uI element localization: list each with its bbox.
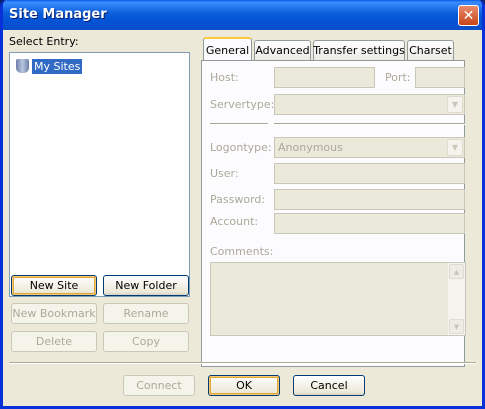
connect-button[interactable]: Connect xyxy=(123,375,195,396)
site-tree[interactable]: My Sites xyxy=(9,52,190,297)
tab-advanced[interactable]: Advanced xyxy=(254,40,311,60)
delete-button[interactable]: Delete xyxy=(11,331,97,352)
chevron-down-icon: ▼ xyxy=(447,139,463,156)
tab-transfer-settings[interactable]: Transfer settings xyxy=(313,40,405,60)
port-label: Port: xyxy=(385,71,411,84)
password-input[interactable] xyxy=(274,189,465,210)
port-input[interactable] xyxy=(415,67,465,88)
new-bookmark-button[interactable]: New Bookmark xyxy=(11,303,97,324)
rename-button[interactable]: Rename xyxy=(103,303,189,324)
tab-general[interactable]: General xyxy=(203,37,252,61)
chevron-down-icon: ▼ xyxy=(447,96,463,113)
dialog-body: Select Entry: My Sites New Site New Fold… xyxy=(3,30,482,406)
ok-button[interactable]: OK xyxy=(208,375,280,396)
site-manager-window: Site Manager ✕ Select Entry: My Sites Ne… xyxy=(0,0,485,409)
divider-right xyxy=(274,123,465,125)
bottom-separator xyxy=(9,362,476,364)
new-folder-button[interactable]: New Folder xyxy=(103,275,189,296)
comments-label: Comments: xyxy=(210,245,274,258)
user-label: User: xyxy=(210,167,239,180)
tab-charset[interactable]: Charset xyxy=(407,40,454,60)
scroll-down-icon[interactable]: ▼ xyxy=(449,319,464,334)
logontype-value: Anonymous xyxy=(278,141,343,154)
user-input[interactable] xyxy=(274,163,465,184)
host-input[interactable] xyxy=(274,67,375,88)
scroll-up-icon[interactable]: ▲ xyxy=(449,264,464,279)
password-label: Password: xyxy=(210,193,266,206)
servertype-select[interactable]: ▼ xyxy=(274,94,465,115)
account-input[interactable] xyxy=(274,213,465,234)
cancel-button[interactable]: Cancel xyxy=(293,375,365,396)
logontype-label: Logontype: xyxy=(210,141,272,154)
comments-scrollbar[interactable]: ▲ ▼ xyxy=(448,263,465,335)
divider-left xyxy=(210,123,268,125)
account-label: Account: xyxy=(210,215,259,228)
copy-button[interactable]: Copy xyxy=(103,331,189,352)
host-label: Host: xyxy=(210,71,239,84)
logontype-select[interactable]: Anonymous ▼ xyxy=(274,137,465,158)
comments-textarea[interactable]: ▲ ▼ xyxy=(210,262,466,336)
servertype-label: Servertype: xyxy=(210,98,275,111)
new-site-button[interactable]: New Site xyxy=(11,275,97,296)
